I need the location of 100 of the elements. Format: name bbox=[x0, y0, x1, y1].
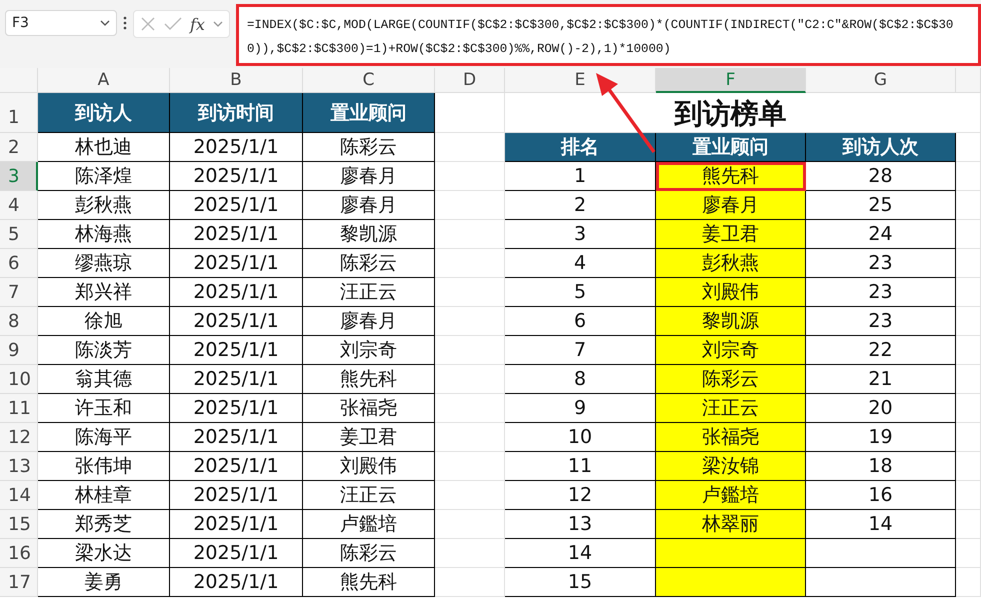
table-cell: 28 bbox=[806, 162, 956, 191]
empty-cell[interactable] bbox=[956, 249, 981, 278]
table-cell: 彭秋燕 bbox=[38, 191, 170, 220]
column-header[interactable]: E bbox=[505, 68, 656, 93]
row-header[interactable]: 16 bbox=[0, 539, 38, 568]
table-cell: 14 bbox=[806, 510, 956, 539]
table-cell: 姜勇 bbox=[38, 568, 170, 597]
table-cell: 23 bbox=[806, 249, 956, 278]
column-header[interactable]: A bbox=[38, 68, 170, 93]
empty-cell[interactable] bbox=[435, 568, 505, 597]
table-cell: 陈泽煌 bbox=[38, 162, 170, 191]
empty-cell[interactable] bbox=[956, 191, 981, 220]
empty-cell[interactable] bbox=[435, 510, 505, 539]
table-cell: 翁其德 bbox=[38, 365, 170, 394]
row-header[interactable]: 5 bbox=[0, 220, 38, 249]
empty-cell[interactable] bbox=[956, 162, 981, 191]
row-header[interactable]: 4 bbox=[0, 191, 38, 220]
empty-cell[interactable] bbox=[956, 452, 981, 481]
empty-cell[interactable] bbox=[956, 423, 981, 452]
table-cell: 林翠丽 bbox=[656, 510, 806, 539]
row-header[interactable]: 12 bbox=[0, 423, 38, 452]
row-header[interactable]: 3 bbox=[0, 162, 38, 191]
table-cell: 21 bbox=[806, 365, 956, 394]
empty-cell[interactable] bbox=[435, 336, 505, 365]
table-cell: 18 bbox=[806, 452, 956, 481]
table-cell: 2025/1/1 bbox=[170, 365, 303, 394]
row-header[interactable]: 11 bbox=[0, 394, 38, 423]
row-header[interactable]: 13 bbox=[0, 452, 38, 481]
table-cell: 2025/1/1 bbox=[170, 336, 303, 365]
formula-field[interactable]: =INDEX($C:$C,MOD(LARGE(COUNTIF($C$2:$C$300,$C$2:$C$300)*(COUNTIF(INDIRECT("C2:C"&ROW($C$2:$C$300)),$C$2:$C$300)=1)+ROW($C$2:$C$300)%%,ROW()-2),1)*10000) bbox=[236, 4, 981, 66]
column-header[interactable]: D bbox=[435, 68, 505, 93]
row-header[interactable]: 14 bbox=[0, 481, 38, 510]
empty-cell[interactable] bbox=[435, 278, 505, 307]
table-cell: 24 bbox=[806, 220, 956, 249]
table-cell: 张福尧 bbox=[303, 394, 435, 423]
column-header[interactable]: G bbox=[806, 68, 956, 93]
row-header[interactable]: 6 bbox=[0, 249, 38, 278]
row-header[interactable]: 10 bbox=[0, 365, 38, 394]
column-header[interactable]: F bbox=[656, 68, 806, 93]
cancel-icon[interactable] bbox=[140, 16, 156, 32]
check-icon[interactable] bbox=[164, 17, 182, 31]
name-box[interactable]: F3 bbox=[5, 10, 117, 36]
row-header[interactable]: 1 bbox=[0, 93, 38, 133]
empty-cell[interactable] bbox=[435, 365, 505, 394]
table-cell: 缪燕琼 bbox=[38, 249, 170, 278]
empty-cell[interactable] bbox=[435, 452, 505, 481]
table-cell: 2025/1/1 bbox=[170, 249, 303, 278]
row-header[interactable]: 2 bbox=[0, 133, 38, 162]
table-cell: 2025/1/1 bbox=[170, 423, 303, 452]
row-header[interactable]: 8 bbox=[0, 307, 38, 336]
table-cell: 2025/1/1 bbox=[170, 162, 303, 191]
empty-cell[interactable] bbox=[956, 307, 981, 336]
column-header-cell: 置业顾问 bbox=[303, 93, 435, 133]
table-cell: 刘宗奇 bbox=[303, 336, 435, 365]
empty-cell[interactable] bbox=[956, 278, 981, 307]
table-cell: 2025/1/1 bbox=[170, 394, 303, 423]
empty-cell[interactable] bbox=[956, 365, 981, 394]
table-cell: 张伟坤 bbox=[38, 452, 170, 481]
empty-cell[interactable] bbox=[435, 162, 505, 191]
empty-cell[interactable] bbox=[435, 394, 505, 423]
table-cell: 郑秀芝 bbox=[38, 510, 170, 539]
empty-cell[interactable] bbox=[956, 539, 981, 568]
empty-cell[interactable] bbox=[956, 336, 981, 365]
empty-cell[interactable] bbox=[956, 394, 981, 423]
empty-cell[interactable] bbox=[435, 249, 505, 278]
table-cell: 姜卫君 bbox=[656, 220, 806, 249]
table-cell: 许玉和 bbox=[38, 394, 170, 423]
empty-cell[interactable] bbox=[956, 481, 981, 510]
insert-function-button[interactable]: fx bbox=[190, 14, 205, 34]
empty-cell[interactable] bbox=[435, 191, 505, 220]
table-cell: 22 bbox=[806, 336, 956, 365]
empty-cell[interactable] bbox=[435, 539, 505, 568]
more-icon[interactable] bbox=[123, 16, 127, 30]
table-cell: 25 bbox=[806, 191, 956, 220]
empty-cell[interactable] bbox=[956, 133, 981, 162]
row-header[interactable]: 15 bbox=[0, 510, 38, 539]
table-cell: 汪正云 bbox=[656, 394, 806, 423]
table-cell: 2025/1/1 bbox=[170, 481, 303, 510]
table-cell: 廖春月 bbox=[303, 162, 435, 191]
empty-cell[interactable] bbox=[435, 220, 505, 249]
empty-cell[interactable] bbox=[956, 220, 981, 249]
column-header[interactable]: B bbox=[170, 68, 303, 93]
table-cell: 张福尧 bbox=[656, 423, 806, 452]
empty-cell[interactable] bbox=[435, 481, 505, 510]
row-header[interactable]: 17 bbox=[0, 568, 38, 597]
column-header-cell: 到访时间 bbox=[170, 93, 303, 133]
chevron-down-icon[interactable] bbox=[212, 21, 223, 27]
table-cell: 23 bbox=[806, 307, 956, 336]
empty-cell[interactable] bbox=[435, 307, 505, 336]
table-cell: 彭秋燕 bbox=[656, 249, 806, 278]
row-header[interactable]: 7 bbox=[0, 278, 38, 307]
empty-cell[interactable] bbox=[956, 510, 981, 539]
empty-cell[interactable] bbox=[956, 568, 981, 597]
empty-cell[interactable] bbox=[435, 423, 505, 452]
table-cell: 黎凯源 bbox=[656, 307, 806, 336]
row-header[interactable]: 9 bbox=[0, 336, 38, 365]
column-header[interactable]: C bbox=[303, 68, 435, 93]
table-cell: 熊先科 bbox=[303, 568, 435, 597]
table-cell: 林桂章 bbox=[38, 481, 170, 510]
table-cell: 刘殿伟 bbox=[656, 278, 806, 307]
